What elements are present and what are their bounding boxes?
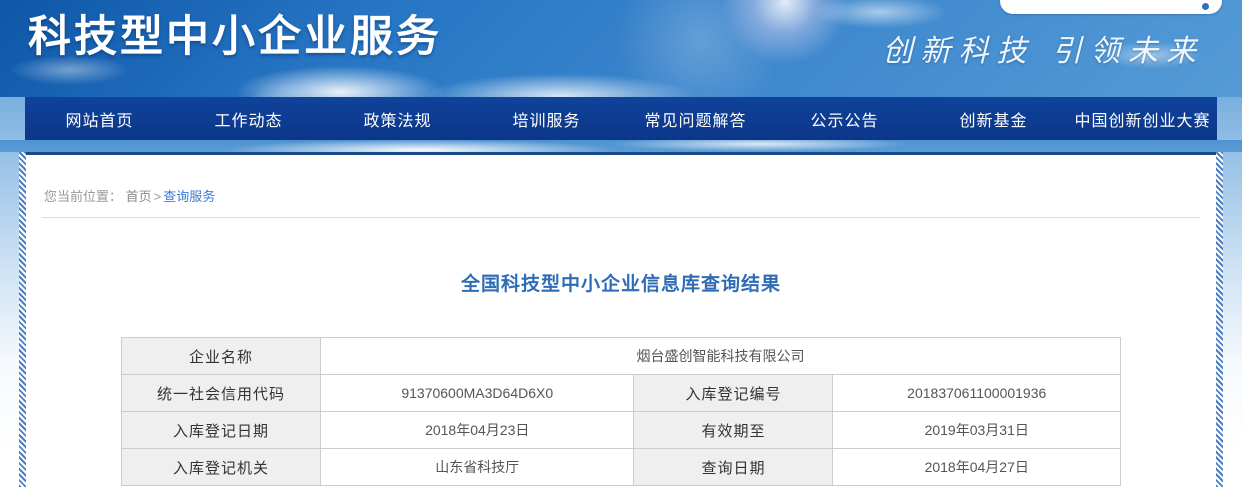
- breadcrumb: 您当前位置： 首页>查询服务: [26, 155, 1216, 205]
- registration-date-value: 2018年04月23日: [321, 412, 634, 449]
- table-row: 入库登记日期 2018年04月23日 有效期至 2019年03月31日: [122, 412, 1121, 449]
- query-date-label: 查询日期: [634, 449, 833, 486]
- nav-item-innovation-fund[interactable]: 创新基金: [919, 97, 1068, 140]
- main-nav: 网站首页 工作动态 政策法规 培训服务 常见问题解答 公示公告 创新基金 中国创…: [25, 97, 1217, 140]
- breadcrumb-home-link[interactable]: 首页: [126, 189, 152, 204]
- nav-item-announcements[interactable]: 公示公告: [770, 97, 919, 140]
- nav-item-home[interactable]: 网站首页: [25, 97, 174, 140]
- breadcrumb-divider: [42, 217, 1200, 218]
- sky-strip: [0, 140, 1242, 152]
- nav-item-faq[interactable]: 常见问题解答: [621, 97, 770, 140]
- nav-item-policy[interactable]: 政策法规: [323, 97, 472, 140]
- credit-code-label: 统一社会信用代码: [122, 375, 321, 412]
- site-title: 科技型中小企业服务: [28, 2, 442, 64]
- nav-item-training[interactable]: 培训服务: [472, 97, 621, 140]
- site-banner: 科技型中小企业服务 创新科技 引领未来: [0, 0, 1242, 97]
- header-search-box[interactable]: [1000, 0, 1222, 14]
- table-row: 企业名称 烟台盛创智能科技有限公司: [122, 338, 1121, 375]
- content-panel: 您当前位置： 首页>查询服务 全国科技型中小企业信息库查询结果 企业名称 烟台盛…: [26, 152, 1216, 487]
- company-name-label: 企业名称: [122, 338, 321, 375]
- credit-code-value: 91370600MA3D64D6X0: [321, 375, 634, 412]
- nav-item-innovation-contest[interactable]: 中国创新创业大赛: [1068, 97, 1217, 140]
- search-icon[interactable]: [1202, 3, 1209, 10]
- company-name-value: 烟台盛创智能科技有限公司: [321, 338, 1121, 375]
- page-title: 全国科技型中小企业信息库查询结果: [26, 269, 1216, 296]
- registration-number-value: 201837061100001936: [833, 375, 1121, 412]
- site-slogan: 创新科技 引领未来: [882, 26, 1204, 70]
- registration-date-label: 入库登记日期: [122, 412, 321, 449]
- registration-authority-label: 入库登记机关: [122, 449, 321, 486]
- valid-until-label: 有效期至: [634, 412, 833, 449]
- breadcrumb-current-link[interactable]: 查询服务: [163, 189, 215, 204]
- query-date-value: 2018年04月27日: [833, 449, 1121, 486]
- registration-number-label: 入库登记编号: [634, 375, 833, 412]
- registration-authority-value: 山东省科技厅: [321, 449, 634, 486]
- query-result-table: 企业名称 烟台盛创智能科技有限公司 统一社会信用代码 91370600MA3D6…: [121, 337, 1121, 486]
- table-row: 统一社会信用代码 91370600MA3D64D6X0 入库登记编号 20183…: [122, 375, 1121, 412]
- breadcrumb-prefix: 您当前位置：: [44, 189, 122, 204]
- nav-item-work-news[interactable]: 工作动态: [174, 97, 323, 140]
- valid-until-value: 2019年03月31日: [833, 412, 1121, 449]
- breadcrumb-separator: >: [154, 189, 162, 204]
- table-row: 入库登记机关 山东省科技厅 查询日期 2018年04月27日: [122, 449, 1121, 486]
